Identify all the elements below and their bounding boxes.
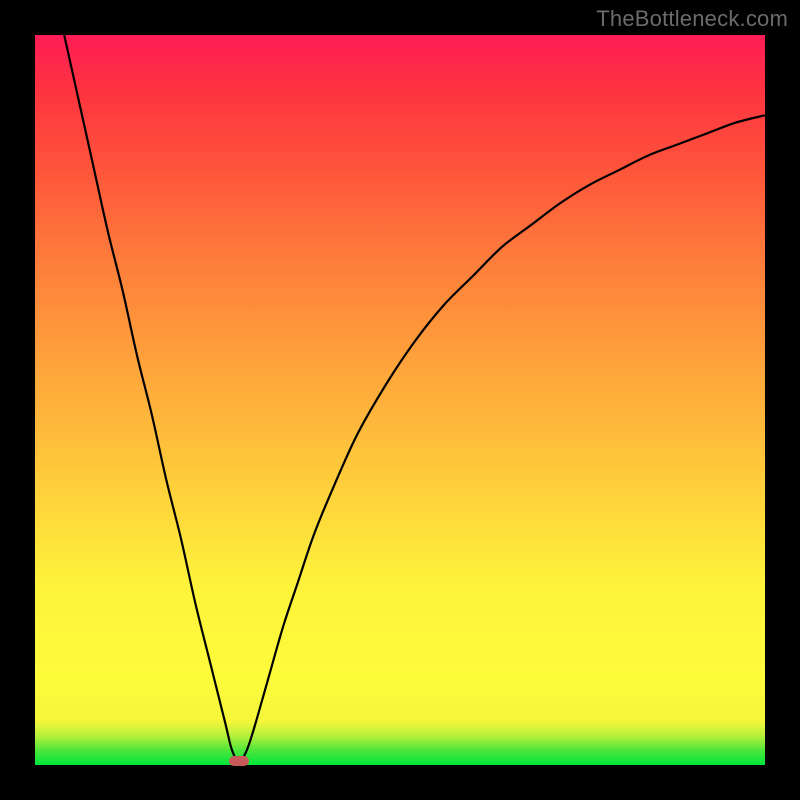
chart-frame: TheBottleneck.com xyxy=(0,0,800,800)
plot-area xyxy=(35,35,765,765)
curve-minimum-marker xyxy=(229,756,249,766)
watermark-text: TheBottleneck.com xyxy=(596,6,788,32)
bottleneck-curve-path xyxy=(64,35,765,761)
curve-svg xyxy=(35,35,765,765)
